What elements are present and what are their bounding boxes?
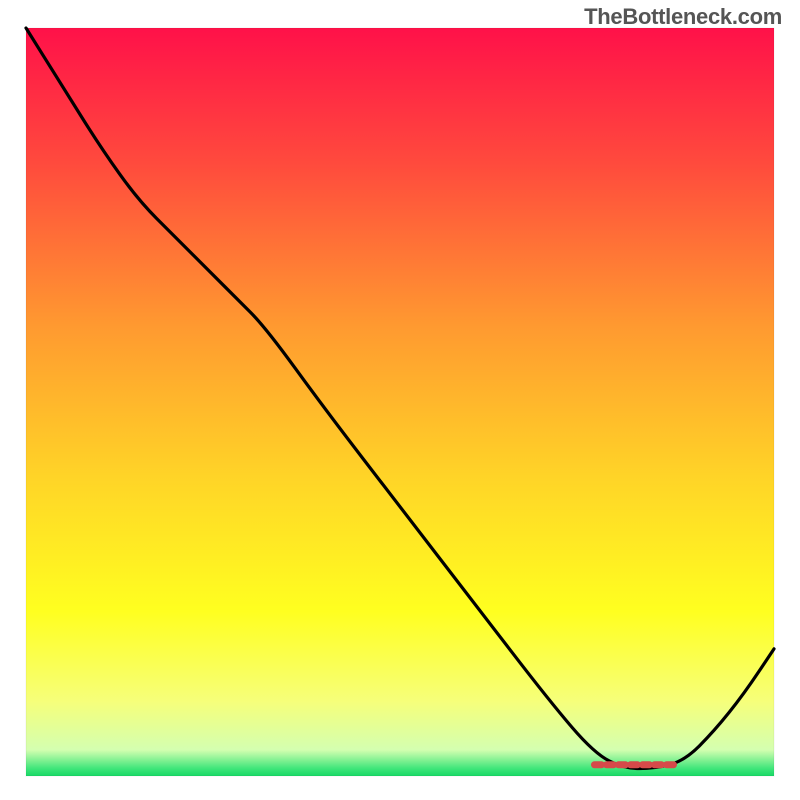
bottleneck-chart <box>0 0 800 800</box>
watermark-label: TheBottleneck.com <box>584 4 782 30</box>
plot-background <box>26 28 774 776</box>
